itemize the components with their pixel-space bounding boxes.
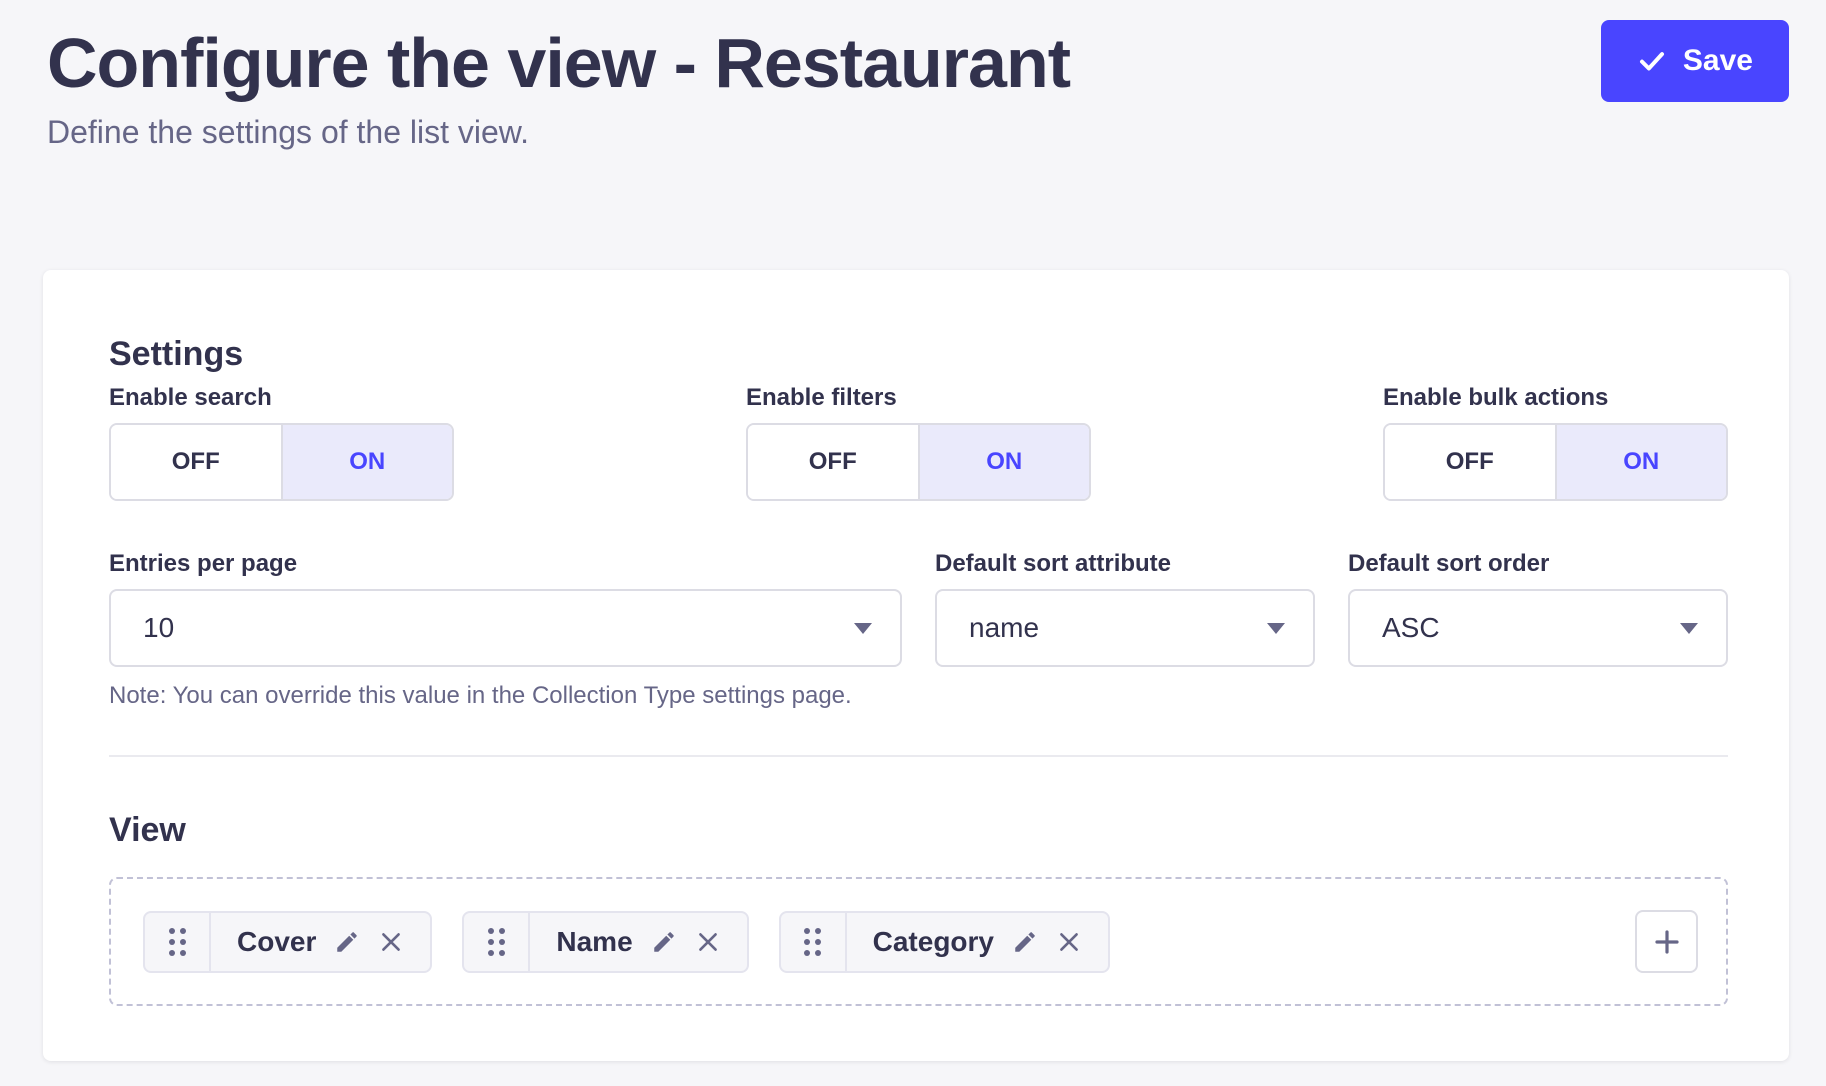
add-field-button[interactable] (1635, 910, 1698, 973)
field-chip-cover[interactable]: Cover (143, 911, 432, 973)
close-icon[interactable] (378, 929, 404, 955)
settings-section-title: Settings (109, 333, 1728, 375)
select-value: name (969, 612, 1039, 644)
chevron-down-icon (1680, 623, 1698, 634)
toggles-row: Enable search OFF ON Enable filters OFF … (109, 383, 1728, 501)
close-icon[interactable] (695, 929, 721, 955)
pencil-icon[interactable] (1012, 929, 1038, 955)
page-title: Configure the view - Restaurant (47, 20, 1826, 106)
page-header: Configure the view - Restaurant Define t… (0, 0, 1826, 152)
entries-per-page-select[interactable]: 10 (109, 589, 902, 667)
drag-handle-icon[interactable] (464, 913, 530, 971)
entries-per-page-note: Note: You can override this value in the… (109, 681, 902, 711)
drag-handle-icon[interactable] (781, 913, 847, 971)
field-label: Enable bulk actions (1383, 383, 1728, 413)
field-chip-name[interactable]: Name (462, 911, 748, 973)
field-label: Default sort attribute (935, 549, 1315, 579)
save-button-label: Save (1683, 44, 1753, 78)
field-label: Default sort order (1348, 549, 1728, 579)
page-subtitle: Define the settings of the list view. (47, 112, 1826, 152)
field-enable-search: Enable search OFF ON (109, 383, 454, 501)
enable-search-toggle: OFF ON (109, 423, 454, 501)
field-enable-filters: Enable filters OFF ON (746, 383, 1091, 501)
field-entries-per-page: Entries per page 10 Note: You can overri… (109, 549, 902, 711)
save-button[interactable]: Save (1601, 20, 1789, 102)
chevron-down-icon (854, 623, 872, 634)
pencil-icon[interactable] (334, 929, 360, 955)
field-chip-label: Name (556, 926, 632, 958)
toggle-off-option[interactable]: OFF (748, 425, 918, 499)
select-value: ASC (1382, 612, 1440, 644)
check-icon (1637, 46, 1667, 76)
toggle-off-option[interactable]: OFF (111, 425, 281, 499)
selects-row: Entries per page 10 Note: You can overri… (109, 549, 1728, 711)
chevron-down-icon (1267, 623, 1285, 634)
toggle-on-option[interactable]: ON (918, 425, 1090, 499)
default-sort-order-select[interactable]: ASC (1348, 589, 1728, 667)
field-enable-bulk-actions: Enable bulk actions OFF ON (1383, 383, 1728, 501)
settings-card: Settings Enable search OFF ON Enable fil… (43, 270, 1789, 1061)
toggle-on-option[interactable]: ON (281, 425, 453, 499)
field-chip-label: Category (873, 926, 994, 958)
close-icon[interactable] (1056, 929, 1082, 955)
enable-bulk-actions-toggle: OFF ON (1383, 423, 1728, 501)
toggle-on-option[interactable]: ON (1555, 425, 1727, 499)
field-label: Enable filters (746, 383, 1091, 413)
section-divider (109, 755, 1728, 757)
default-sort-attribute-select[interactable]: name (935, 589, 1315, 667)
enable-filters-toggle: OFF ON (746, 423, 1091, 501)
field-chip-label: Cover (237, 926, 316, 958)
pencil-icon[interactable] (651, 929, 677, 955)
view-section-title: View (109, 809, 1728, 851)
field-label: Entries per page (109, 549, 902, 579)
select-value: 10 (143, 612, 174, 644)
field-default-sort-attribute: Default sort attribute name (935, 549, 1315, 711)
plus-icon (1651, 926, 1683, 958)
field-default-sort-order: Default sort order ASC (1348, 549, 1728, 711)
drag-handle-icon[interactable] (145, 913, 211, 971)
field-label: Enable search (109, 383, 454, 413)
view-fields-dropzone: Cover Name (109, 877, 1728, 1006)
toggle-off-option[interactable]: OFF (1385, 425, 1555, 499)
field-chip-category[interactable]: Category (779, 911, 1110, 973)
